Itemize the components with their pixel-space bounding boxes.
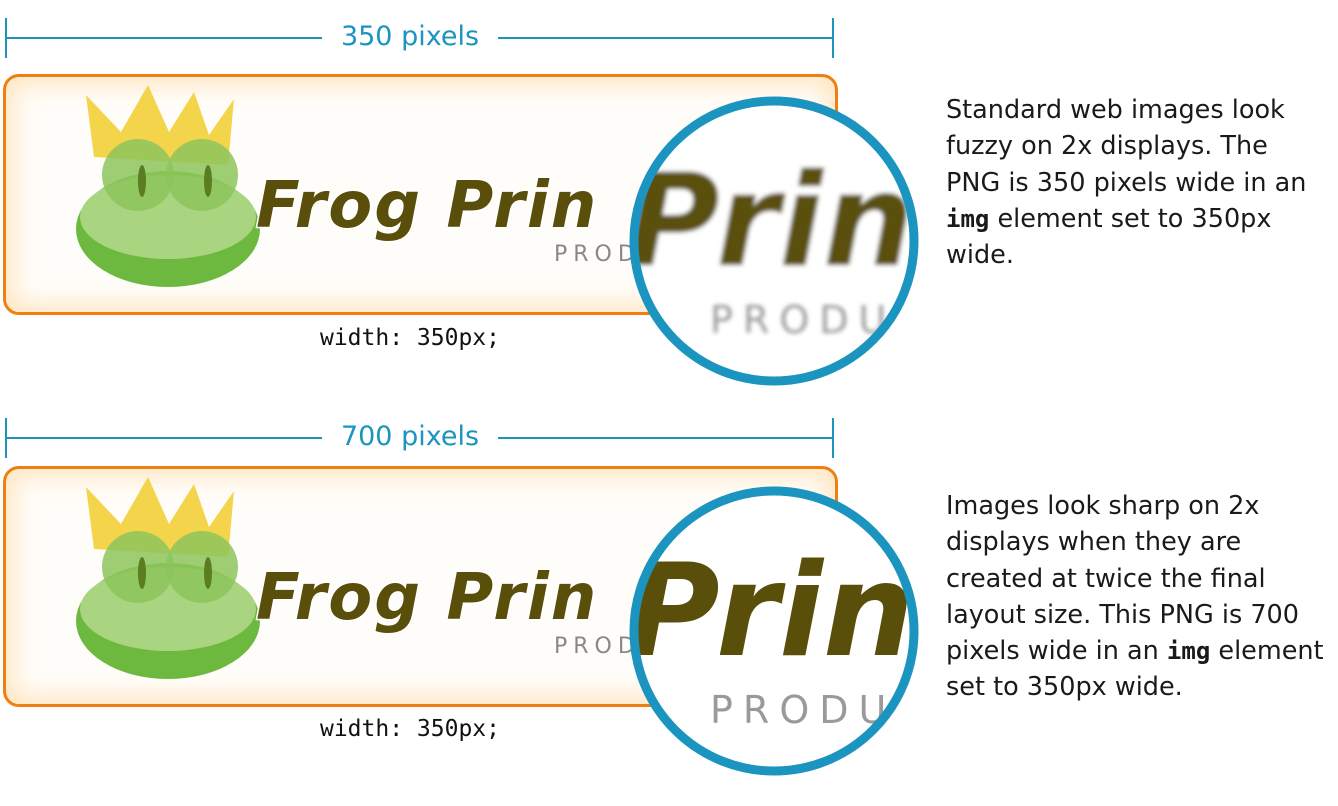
logo-main-text: Frog Prin xyxy=(256,561,598,635)
logo-main-text: Frog Prin xyxy=(256,169,598,243)
code-caption: width: 350px; xyxy=(319,325,500,351)
sharp-example: 700 pixels Frog Prin PROD width: 350px; … xyxy=(0,400,1338,806)
dimension-line-right xyxy=(498,37,834,39)
description-text: Standard web images look fuzzy on 2x dis… xyxy=(946,95,1307,198)
zoom-magnifier: Print PRODU xyxy=(628,486,920,776)
fuzzy-example: 350 pixels Frog Prin PROD width: 350px; xyxy=(0,0,1338,400)
dimension-label: 350 pixels xyxy=(340,21,480,52)
zoom-sub-text: PRODU xyxy=(710,688,896,732)
width-dimension-350: 350 pixels xyxy=(5,18,834,58)
zoom-magnifier: Print PRODU xyxy=(628,96,920,386)
dimension-label: 700 pixels xyxy=(340,421,480,452)
description-fuzzy: Standard web images look fuzzy on 2x dis… xyxy=(946,92,1326,273)
code-caption: width: 350px; xyxy=(319,716,500,742)
zoom-main-text: Print xyxy=(628,537,920,686)
img-code: img xyxy=(1166,637,1211,666)
dimension-line-left xyxy=(5,37,322,39)
dimension-tick-right xyxy=(832,18,834,58)
img-code: img xyxy=(946,204,990,233)
width-dimension-700: 700 pixels xyxy=(5,418,834,458)
dimension-line-left xyxy=(5,437,322,439)
description-text-end: element set to 350px wide. xyxy=(946,203,1272,271)
zoom-sub-text: PRODU xyxy=(710,298,896,342)
dimension-tick-right xyxy=(832,418,834,458)
dimension-line-right xyxy=(498,437,834,439)
zoom-main-text: Print xyxy=(628,147,920,296)
description-sharp: Images look sharp on 2x displays when th… xyxy=(946,488,1326,706)
frog-icon xyxy=(76,139,260,287)
frog-icon xyxy=(76,531,260,679)
